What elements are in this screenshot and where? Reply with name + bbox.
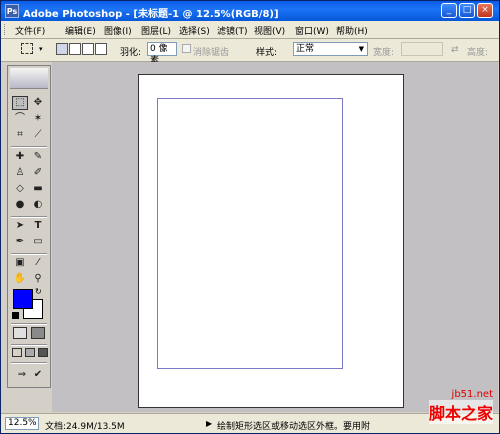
toolbox-divider	[11, 362, 47, 364]
status-bar: 12.5% 文档:24.9M/13.5M ▶ 绘制矩形选区或移动选区外框。要用附	[1, 413, 499, 433]
menu-filter[interactable]: 滤镜(T)	[217, 24, 248, 37]
width-input[interactable]	[401, 42, 443, 56]
preset-dropdown-arrow-icon[interactable]: ▾	[39, 45, 43, 53]
pen-tool-icon[interactable]: ✒	[12, 235, 28, 249]
rect-marquee-tool-icon[interactable]: ⬚	[12, 96, 28, 110]
antialias-label: 消除锯齿	[193, 48, 230, 58]
watermark-url: jb51.net	[451, 389, 493, 400]
subtract-selection-mode-icon[interactable]	[82, 43, 94, 55]
move-tool-icon[interactable]: ✥	[30, 96, 46, 110]
hand-tool-icon[interactable]: ✋	[12, 272, 28, 286]
brush-tool-icon[interactable]: ✎	[30, 150, 46, 164]
standard-screen-mode-icon[interactable]	[12, 348, 22, 357]
menu-layer[interactable]: 图层(L)	[141, 24, 171, 37]
eraser-tool-icon[interactable]: ◇	[12, 182, 28, 196]
menu-file[interactable]: 文件(F)	[15, 24, 45, 37]
document-canvas[interactable]	[138, 74, 404, 408]
toolbox-divider	[11, 344, 47, 346]
healing-brush-tool-icon[interactable]: ✚	[12, 150, 28, 164]
toolbox: ⬚ ✥ ⌒ ✶ ⌗ ⟋ ✚ ✎ ♙ ✐ ◇ ▬ ● ◐ ➤ T ✒ ▭ ▣ ⁄ …	[7, 65, 51, 388]
toolbox-divider	[11, 253, 47, 255]
minimize-button[interactable]: _	[441, 3, 457, 18]
eyedropper-tool-icon[interactable]: ⁄	[30, 256, 46, 270]
blur-tool-icon[interactable]: ●	[12, 198, 28, 212]
tool-hint-text: 绘制矩形选区或移动选区外框。要用附	[217, 422, 371, 432]
toolbox-divider	[11, 216, 47, 218]
menubar-grip	[4, 24, 8, 35]
feather-logo-icon[interactable]	[10, 68, 48, 89]
standard-mode-icon[interactable]	[13, 327, 27, 339]
selection-marquee	[157, 98, 343, 369]
new-selection-mode-icon[interactable]	[56, 43, 68, 55]
feather-input[interactable]: 0 像素	[147, 42, 177, 66]
full-screen-menu-mode-icon[interactable]	[25, 348, 35, 357]
toolbox-divider	[11, 323, 47, 325]
style-select-value: 正常	[296, 44, 315, 54]
status-arrow-icon[interactable]: ▶	[206, 419, 212, 428]
toolbox-divider	[11, 146, 47, 148]
canvas-workspace[interactable]	[52, 62, 498, 412]
intersect-selection-mode-icon[interactable]	[95, 43, 107, 55]
options-bar: ▾ 羽化: 0 像素 消除锯齿 样式: 正常 ▼ 宽度: ⇄ 高度:	[1, 39, 499, 66]
document-size-info[interactable]: 文档:24.9M/13.5M	[45, 419, 125, 432]
maximize-button[interactable]: □	[459, 3, 475, 18]
menu-edit[interactable]: 编辑(E)	[65, 24, 96, 37]
watermark-name: 脚本之家	[428, 400, 493, 424]
slice-tool-icon[interactable]: ⟋	[30, 128, 46, 142]
crop-tool-icon[interactable]: ⌗	[12, 128, 28, 142]
type-tool-icon[interactable]: T	[30, 219, 46, 233]
history-brush-tool-icon[interactable]: ✐	[30, 166, 46, 180]
default-colors-icon[interactable]	[12, 312, 19, 319]
window-title: Adobe Photoshop - [未标题-1 @ 12.5%(RGB/8)]	[23, 9, 279, 20]
add-selection-mode-icon[interactable]	[69, 43, 81, 55]
menu-bar: 文件(F) 编辑(E) 图像(I) 图层(L) 选择(S) 滤镜(T) 视图(V…	[1, 21, 499, 39]
height-label: 高度:	[467, 48, 489, 58]
rect-marquee-preset-icon[interactable]	[21, 43, 33, 54]
jump-to-imageready-icon[interactable]: ⇒	[14, 368, 30, 382]
path-selection-tool-icon[interactable]: ➤	[12, 219, 28, 233]
full-screen-mode-icon[interactable]	[38, 348, 48, 357]
menu-view[interactable]: 视图(V)	[254, 24, 285, 37]
swap-colors-icon[interactable]: ↻	[35, 287, 42, 296]
title-bar[interactable]: Ps Adobe Photoshop - [未标题-1 @ 12.5%(RGB/…	[1, 1, 499, 21]
menu-window[interactable]: 窗口(W)	[295, 24, 329, 37]
swap-size-icon[interactable]: ⇄	[451, 45, 459, 55]
foreground-color-swatch[interactable]	[13, 289, 33, 309]
dodge-tool-icon[interactable]: ◐	[30, 198, 46, 212]
width-label: 宽度:	[373, 48, 395, 58]
close-button[interactable]: ×	[477, 3, 493, 18]
magic-wand-tool-icon[interactable]: ✶	[30, 112, 46, 126]
lasso-tool-icon[interactable]: ⌒	[12, 112, 28, 126]
rectangle-shape-tool-icon[interactable]: ▭	[30, 235, 46, 249]
watermark: jb51.net 脚本之家	[428, 389, 493, 424]
zoom-tool-icon[interactable]: ⚲	[30, 272, 46, 286]
menu-help[interactable]: 帮助(H)	[336, 24, 368, 37]
gradient-tool-icon[interactable]: ▬	[30, 182, 46, 196]
photoshop-logo-icon: Ps	[5, 4, 19, 18]
feather-label: 羽化:	[120, 48, 142, 58]
quick-mask-mode-icon[interactable]	[31, 327, 45, 339]
style-select[interactable]: 正常 ▼	[293, 42, 368, 56]
notes-tool-icon[interactable]: ▣	[12, 256, 28, 270]
menu-select[interactable]: 选择(S)	[179, 24, 210, 37]
clone-stamp-tool-icon[interactable]: ♙	[12, 166, 28, 180]
style-label: 样式:	[256, 48, 278, 58]
style-dropdown-arrow-icon: ▼	[358, 45, 364, 53]
checkmark-icon[interactable]: ✔	[30, 368, 46, 382]
photoshop-window: Ps Adobe Photoshop - [未标题-1 @ 12.5%(RGB/…	[0, 0, 500, 434]
antialias-checkbox[interactable]	[182, 44, 191, 53]
zoom-level-field[interactable]: 12.5%	[5, 417, 39, 430]
menu-image[interactable]: 图像(I)	[104, 24, 132, 37]
